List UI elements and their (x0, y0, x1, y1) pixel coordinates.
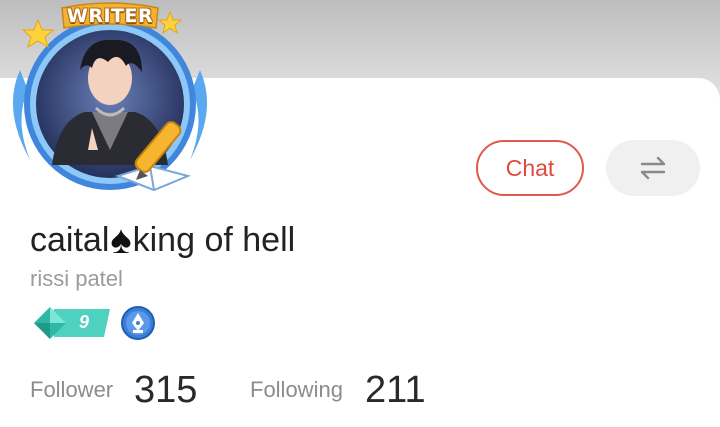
level-number: 9 (78, 311, 89, 332)
follower-label[interactable]: Follower (30, 377, 113, 403)
display-name: caital ♠ king of hell (30, 217, 295, 263)
username: rissi patel (30, 266, 123, 291)
display-name-part2: king of hell (132, 220, 296, 259)
switch-button[interactable] (606, 140, 700, 196)
chat-button[interactable]: Chat (476, 140, 584, 196)
swap-arrows-icon (640, 156, 666, 180)
display-name-part1: caital (30, 220, 110, 259)
avatar[interactable]: WRITER (0, 0, 220, 205)
spade-icon: ♠ (110, 217, 132, 262)
writer-badge-label: WRITER (66, 5, 154, 27)
writer-pen-badge-icon[interactable] (120, 305, 156, 341)
writer-avatar-frame (12, 2, 208, 192)
following-count[interactable]: 211 (365, 369, 426, 412)
following-label[interactable]: Following (250, 377, 343, 403)
follower-count[interactable]: 315 (134, 369, 197, 412)
